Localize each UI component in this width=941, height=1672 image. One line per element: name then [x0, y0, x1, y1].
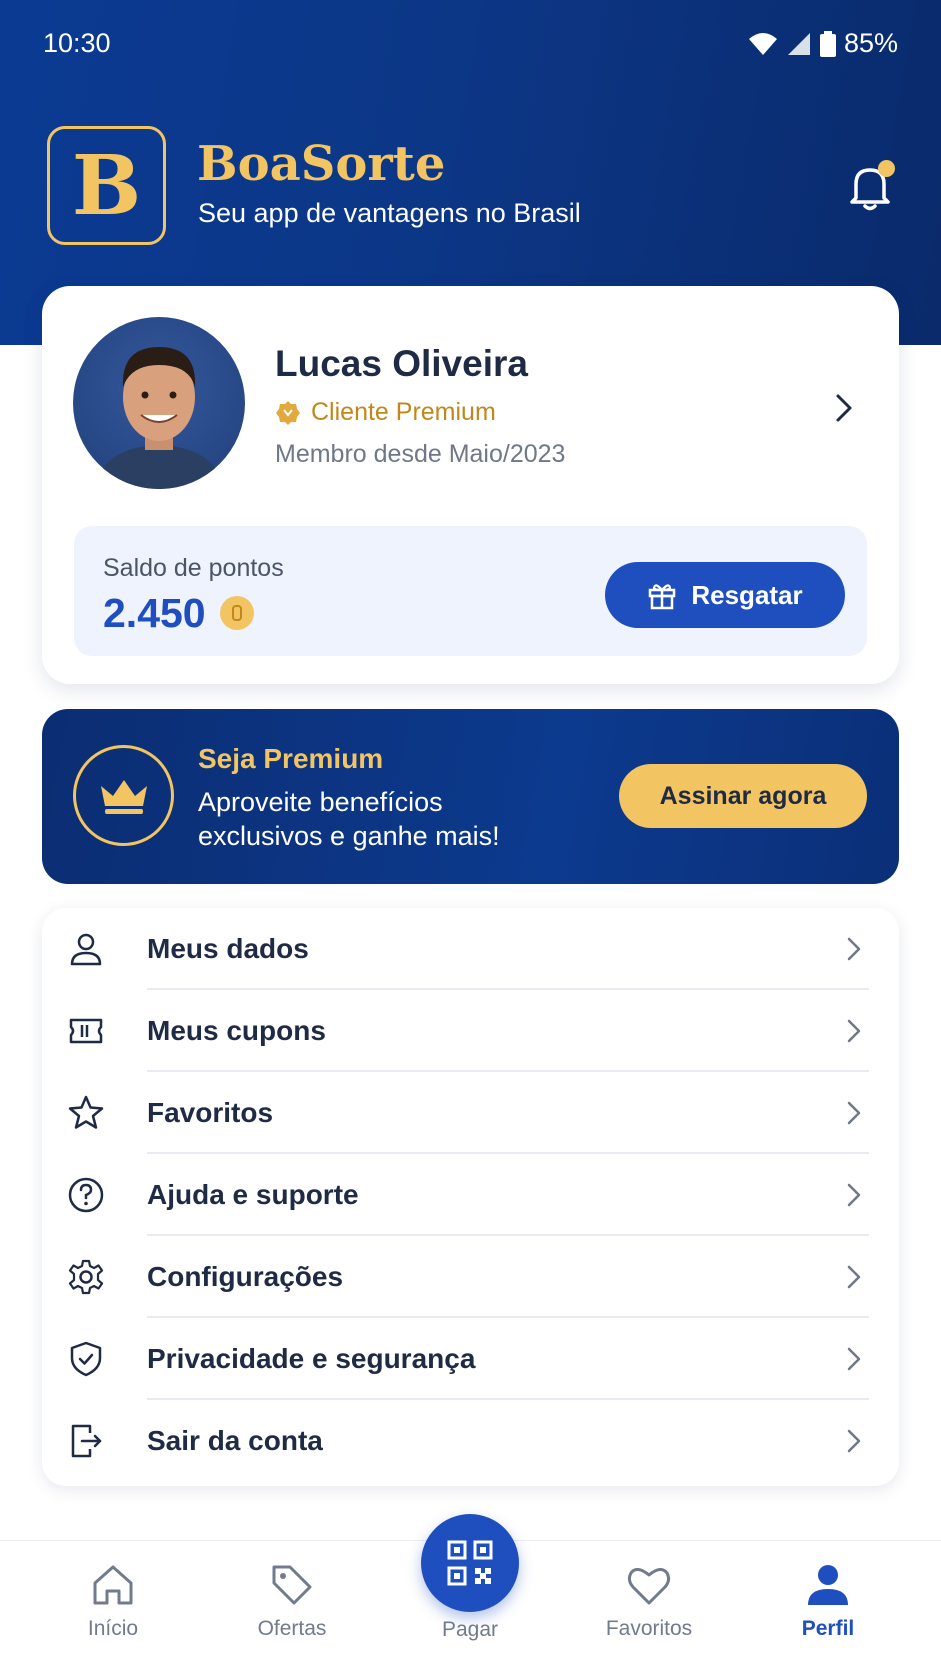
user-name: Lucas Oliveira	[275, 343, 528, 384]
wifi-icon	[748, 32, 777, 55]
logout-icon	[71, 1424, 102, 1458]
nav-item-perfil[interactable]: Perfil	[758, 1561, 898, 1661]
menu-item-privacidade[interactable]: Privacidade e segurança	[42, 1318, 899, 1400]
member-since: Membro desde Maio/2023	[275, 440, 566, 468]
brand-name: BoaSorte	[197, 136, 446, 192]
status-time: 10:30	[43, 28, 111, 58]
chevron-right-icon	[847, 1347, 861, 1371]
chevron-right-icon	[847, 1019, 861, 1043]
chevron-right-icon	[847, 937, 861, 961]
chevron-right-icon	[847, 1183, 861, 1207]
menu-label: Privacidade e segurança	[147, 1343, 476, 1374]
chevron-right-icon	[847, 1265, 861, 1289]
nav-label: Início	[87, 1617, 139, 1640]
premium-badge-icon	[276, 400, 300, 425]
points-label: Saldo de pontos	[103, 554, 284, 582]
profile-card: Lucas Oliveira Cliente Premium Membro de…	[42, 286, 899, 684]
menu-item-meus-dados[interactable]: Meus dados	[42, 908, 899, 990]
notification-dot	[878, 160, 895, 177]
premium-banner[interactable]: Seja Premium Aproveite benefícios exclus…	[42, 709, 899, 884]
avatar-illustration	[93, 347, 225, 489]
ticket-icon	[69, 1018, 103, 1044]
battery-icon	[819, 30, 836, 57]
redeem-label: Resgatar	[691, 579, 803, 610]
premium-desc-line1: Aproveite benefícios	[198, 787, 443, 817]
nav-item-ofertas[interactable]: Ofertas	[222, 1561, 362, 1661]
pay-button[interactable]	[421, 1514, 519, 1612]
menu-list: Meus dados Meus cupons Favoritos Ajuda e…	[42, 908, 899, 1486]
avatar[interactable]	[73, 317, 245, 489]
star-icon	[68, 1095, 104, 1129]
redeem-button[interactable]: Resgatar	[605, 562, 845, 628]
menu-item-favoritos[interactable]: Favoritos	[42, 1072, 899, 1154]
status-bar: 10:30 85%	[0, 0, 941, 90]
menu-label: Configurações	[147, 1261, 344, 1292]
nav-label: Ofertas	[257, 1617, 327, 1640]
user-icon	[70, 933, 102, 966]
chevron-right-icon[interactable]	[826, 390, 862, 426]
status-indicators: 85%	[748, 28, 898, 59]
brand-logo-letter: B	[71, 137, 142, 234]
brand-tagline: Seu app de vantagens no Brasil	[198, 198, 581, 228]
tier-label: Cliente Premium	[311, 398, 496, 426]
battery-percent: 85%	[843, 28, 898, 58]
tier-row: Cliente Premium	[275, 398, 496, 427]
qr-code-icon	[447, 1540, 493, 1586]
pay-label: Pagar	[441, 1618, 499, 1641]
person-icon	[808, 1565, 848, 1605]
tag-icon	[272, 1565, 312, 1605]
nav-item-favoritos[interactable]: Favoritos	[579, 1561, 719, 1661]
premium-description: Aproveite benefícios exclusivos e ganhe …	[198, 785, 558, 853]
premium-desc-line2: exclusivos e ganhe mais!	[198, 821, 500, 851]
signal-icon	[787, 32, 810, 55]
chevron-right-icon	[847, 1101, 861, 1125]
menu-label: Meus dados	[147, 933, 309, 964]
home-icon	[93, 1565, 133, 1605]
heart-icon	[627, 1568, 671, 1605]
menu-item-configuracoes[interactable]: Configurações	[42, 1236, 899, 1318]
menu-item-ajuda[interactable]: Ajuda e suporte	[42, 1154, 899, 1236]
coin-icon	[220, 596, 254, 630]
nav-label: Perfil	[801, 1617, 855, 1640]
points-value: 2.450	[103, 590, 206, 636]
menu-item-meus-cupons[interactable]: Meus cupons	[42, 990, 899, 1072]
brand-logo: B	[47, 126, 166, 245]
nav-label: Favoritos	[605, 1617, 693, 1640]
shield-icon	[70, 1341, 102, 1377]
gear-icon	[68, 1259, 104, 1295]
chevron-right-icon	[847, 1429, 861, 1453]
help-icon	[68, 1177, 104, 1213]
crown-badge	[73, 745, 174, 846]
menu-label: Meus cupons	[147, 1015, 326, 1046]
menu-label: Sair da conta	[147, 1425, 323, 1456]
premium-title: Seja Premium	[198, 743, 384, 774]
menu-label: Ajuda e suporte	[147, 1179, 359, 1210]
crown-icon	[100, 779, 147, 814]
menu-item-sair[interactable]: Sair da conta	[42, 1400, 899, 1482]
nav-item-inicio[interactable]: Início	[43, 1561, 183, 1661]
menu-label: Favoritos	[147, 1097, 274, 1128]
subscribe-button[interactable]: Assinar agora	[619, 764, 867, 828]
gift-icon	[649, 584, 676, 610]
points-balance-box: Saldo de pontos 2.450 Resgatar	[74, 526, 867, 656]
